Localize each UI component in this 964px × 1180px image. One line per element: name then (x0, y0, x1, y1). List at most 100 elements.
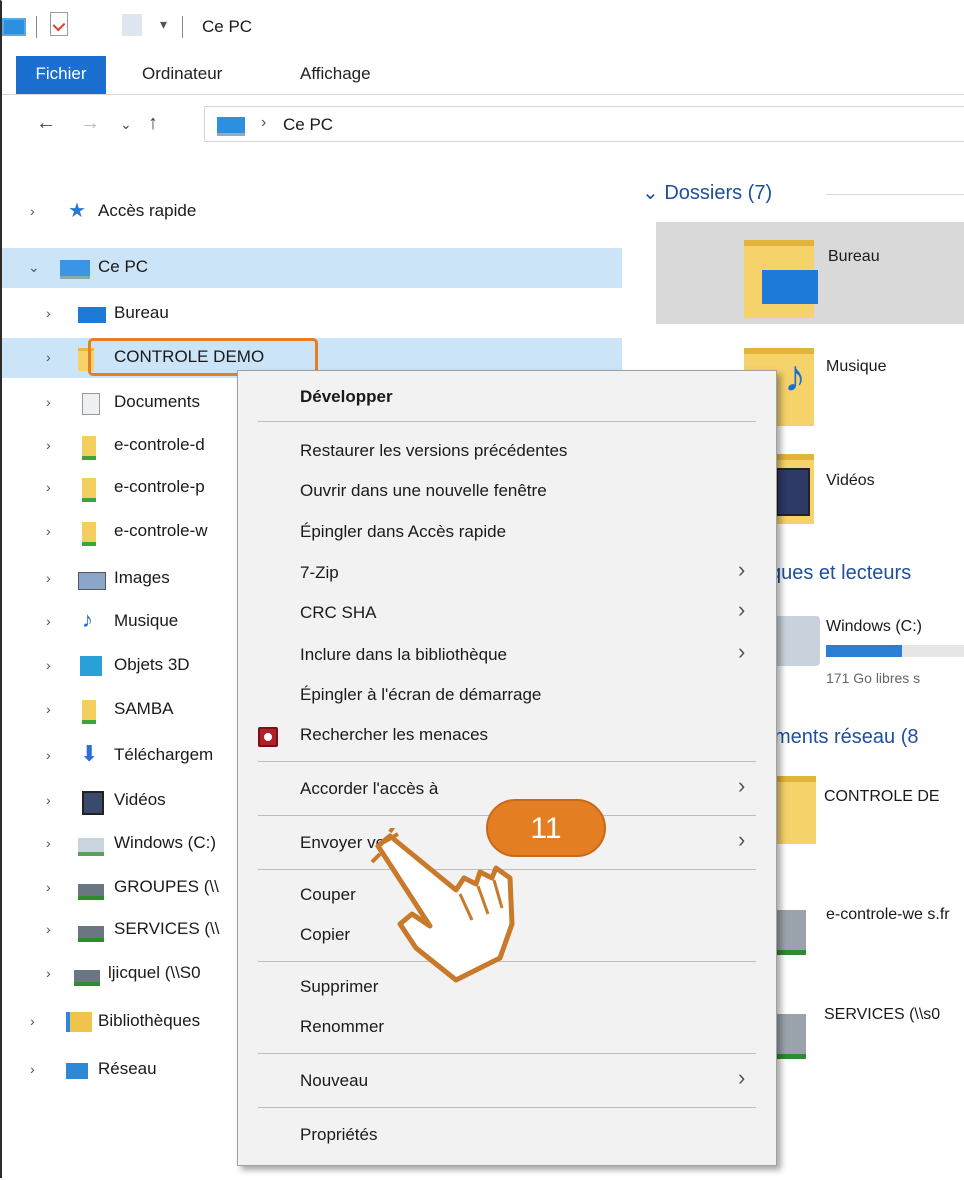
menu-item-epingler-acces-rapide[interactable]: Épingler dans Accès rapide (300, 522, 506, 542)
expand-chevron-icon[interactable]: › (46, 701, 51, 717)
ribbon-tabs: Fichier Ordinateur Affichage (2, 56, 964, 95)
video-icon (82, 791, 104, 815)
expand-chevron-icon[interactable]: › (46, 613, 51, 629)
up-arrow-icon[interactable]: ↑ (148, 112, 158, 135)
network-drive-icon (78, 926, 104, 942)
desktop-icon (762, 270, 818, 304)
menu-item-nouveau[interactable]: Nouveau (300, 1071, 368, 1091)
section-title: Dossiers (7) (664, 182, 773, 204)
tab-affichage[interactable]: Affichage (300, 56, 371, 92)
network-location-label[interactable]: e-controle-we s.fr (826, 902, 964, 928)
expand-chevron-icon[interactable]: › (30, 1013, 35, 1029)
expand-chevron-icon[interactable]: › (46, 305, 51, 321)
title-bar: ▾ Ce PC (2, 0, 964, 56)
expand-chevron-icon[interactable]: › (46, 437, 51, 453)
context-menu: Développer Restaurer les versions précéd… (237, 370, 777, 1166)
expand-chevron-icon[interactable]: › (46, 349, 51, 365)
document-icon (82, 393, 100, 415)
computer-icon (60, 260, 90, 279)
tab-ordinateur[interactable]: Ordinateur (142, 56, 222, 92)
expand-chevron-icon[interactable]: › (46, 792, 51, 808)
hand-pointer-icon (370, 828, 515, 983)
tree-item-acces-rapide[interactable]: › ★ Accès rapide (2, 192, 622, 232)
tree-item-label: e-controle-p (114, 477, 205, 496)
tree-item-label: GROUPES (\\ (114, 877, 219, 896)
breadcrumb-ce-pc[interactable]: Ce PC (283, 115, 333, 135)
back-arrow-icon[interactable]: ← (36, 112, 56, 135)
download-icon: ⬇ (80, 741, 99, 766)
expand-chevron-icon[interactable]: › (46, 747, 51, 763)
tree-item-label: e-controle-d (114, 435, 205, 454)
menu-item-epingler-demarrage[interactable]: Épingler à l'écran de démarrage (300, 685, 541, 705)
properties-icon[interactable] (50, 12, 68, 36)
desktop-icon (78, 307, 106, 323)
network-drive-icon (74, 970, 100, 986)
expand-chevron-icon[interactable]: › (46, 879, 51, 895)
music-icon: ♪ (784, 352, 806, 401)
customize-quick-access-icon[interactable]: ▾ (160, 16, 167, 33)
menu-separator (258, 421, 756, 422)
section-header-network[interactable]: ments réseau (8 (774, 726, 919, 749)
network-icon (66, 1063, 88, 1079)
hard-drive-icon (774, 616, 820, 666)
menu-item-accorder-acces[interactable]: Accorder l'accès à (300, 779, 438, 799)
menu-item-crc-sha[interactable]: CRC SHA (300, 603, 377, 623)
tree-item-label: SERVICES (\\ (114, 919, 220, 938)
menu-item-rechercher-menaces[interactable]: Rechercher les menaces (300, 725, 488, 745)
menu-item-inclure-bibliotheque[interactable]: Inclure dans la bibliothèque (300, 645, 507, 665)
tab-fichier[interactable]: Fichier (16, 56, 106, 94)
tree-item-label: SAMBA (114, 699, 174, 718)
tree-item-bureau[interactable]: › Bureau (2, 294, 622, 334)
video-icon (776, 468, 810, 516)
network-location-label[interactable]: SERVICES (\\s0 (824, 1006, 940, 1024)
tree-item-label: Accès rapide (98, 201, 197, 220)
section-header-folders[interactable]: ⌄ Dossiers (7) (642, 180, 772, 205)
menu-item-7zip[interactable]: 7-Zip (300, 563, 339, 583)
navigation-bar: ← → ⌄ ↑ › Ce PC (2, 100, 964, 150)
folder-label[interactable]: Vidéos (826, 472, 875, 490)
drive-label[interactable]: Windows (C:) (826, 618, 922, 636)
submenu-arrow-icon: › (738, 639, 746, 664)
expand-chevron-icon[interactable]: › (46, 523, 51, 539)
computer-icon (217, 117, 245, 136)
expand-chevron-icon[interactable]: › (46, 657, 51, 673)
computer-icon[interactable] (2, 18, 26, 36)
expand-chevron-icon[interactable]: › (30, 1061, 35, 1077)
menu-item-ouvrir-nouvelle-fenetre[interactable]: Ouvrir dans une nouvelle fenêtre (300, 481, 547, 501)
menu-item-copier[interactable]: Copier (300, 925, 350, 945)
network-folder-icon (82, 478, 96, 502)
forward-arrow-icon[interactable]: → (80, 112, 100, 135)
breadcrumb-chevron-icon[interactable]: › (261, 114, 266, 132)
expand-chevron-icon[interactable]: › (46, 570, 51, 586)
recent-locations-icon[interactable]: ⌄ (120, 116, 132, 133)
collapse-chevron-icon[interactable]: ⌄ (28, 259, 40, 276)
expand-chevron-icon[interactable]: › (30, 203, 35, 219)
menu-item-developper[interactable]: Développer (300, 387, 393, 407)
star-icon: ★ (68, 200, 86, 222)
tree-item-label: Musique (114, 611, 179, 630)
folder-label[interactable]: Musique (826, 358, 886, 376)
tree-item-ce-pc[interactable]: ⌄ Ce PC (2, 248, 622, 288)
drive-usage-fill (826, 645, 902, 657)
expand-chevron-icon[interactable]: › (46, 479, 51, 495)
expand-chevron-icon[interactable]: › (46, 965, 51, 981)
tree-item-label: Vidéos (114, 790, 166, 809)
address-bar[interactable]: › Ce PC (204, 106, 964, 142)
section-header-devices[interactable]: ques et lecteurs (770, 562, 911, 585)
menu-item-proprietes[interactable]: Propriétés (300, 1125, 377, 1145)
tree-item-label: Réseau (98, 1059, 157, 1078)
network-location-label[interactable]: CONTROLE DE (824, 788, 940, 806)
tree-item-label: Bibliothèques (98, 1011, 201, 1030)
menu-item-restaurer[interactable]: Restaurer les versions précédentes (300, 441, 567, 461)
menu-item-couper[interactable]: Couper (300, 885, 356, 905)
expand-chevron-icon[interactable]: › (46, 394, 51, 410)
tree-item-label: ljicquel (\\S0 (108, 963, 201, 982)
submenu-arrow-icon: › (738, 827, 746, 852)
expand-chevron-icon[interactable]: › (46, 835, 51, 851)
music-icon: ♪ (82, 607, 93, 632)
step-number-badge: 11 (486, 799, 606, 857)
expand-chevron-icon[interactable]: › (46, 921, 51, 937)
new-folder-icon[interactable] (122, 14, 142, 36)
menu-item-renommer[interactable]: Renommer (300, 1017, 384, 1037)
submenu-arrow-icon: › (738, 597, 746, 622)
